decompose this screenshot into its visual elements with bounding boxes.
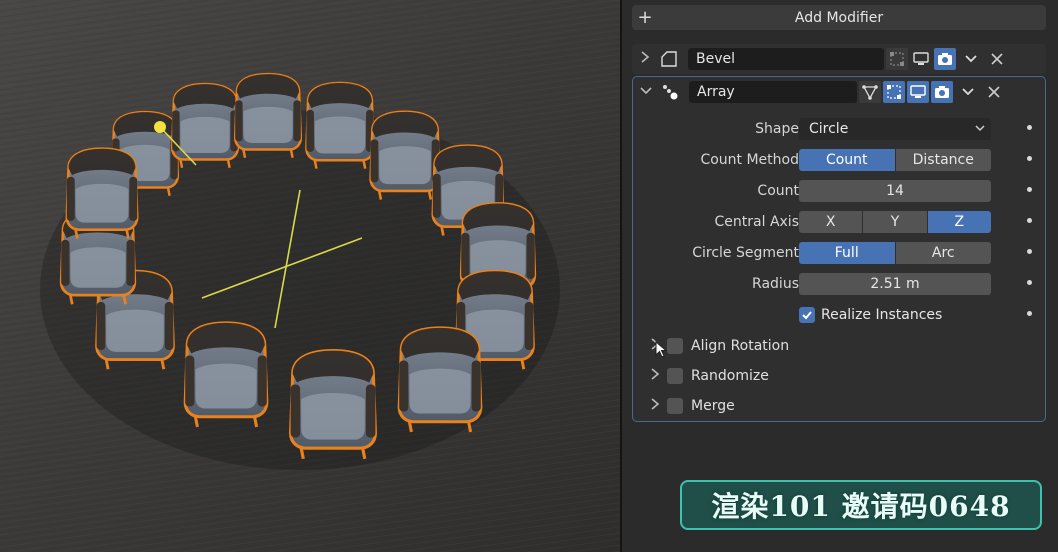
shape-dropdown[interactable]: Circle — [799, 118, 991, 140]
randomize-label: Randomize — [691, 368, 769, 384]
monitor-icon — [910, 85, 926, 98]
central-axis-row: Central Axis X Y Z — [633, 209, 1045, 235]
array-remove-button[interactable] — [983, 83, 1005, 102]
align-rotation-label: Align Rotation — [691, 338, 790, 354]
count-method-distance-option[interactable]: Distance — [895, 149, 991, 171]
merge-checkbox[interactable] — [667, 398, 683, 414]
radius-label: Radius — [752, 276, 799, 292]
shape-label: Shape — [755, 121, 799, 137]
count-method-label: Count Method — [700, 152, 799, 168]
shape-keyframe-dot[interactable] — [1027, 125, 1032, 130]
count-field[interactable]: 14 — [799, 180, 991, 202]
cursor-icon — [655, 341, 668, 358]
count-method-row: Count Method Count Distance — [633, 147, 1045, 173]
bevel-name-field[interactable]: Bevel — [688, 48, 884, 70]
bevel-name: Bevel — [696, 51, 736, 67]
monitor-icon — [913, 52, 929, 65]
watermark-text: 渲染101 邀请码0648 — [711, 490, 1011, 523]
align-rotation-checkbox[interactable] — [667, 338, 683, 354]
radius-keyframe-dot[interactable] — [1027, 280, 1032, 285]
add-modifier-label: Add Modifier — [794, 9, 884, 26]
align-rotation-subpanel[interactable]: Align Rotation — [643, 333, 1035, 359]
realize-instances-checkbox[interactable] — [799, 307, 815, 323]
count-keyframe-dot[interactable] — [1027, 187, 1032, 192]
render-toggle[interactable] — [931, 81, 953, 103]
realize-instances-keyframe-dot[interactable] — [1027, 311, 1032, 316]
central-axis-label: Central Axis — [714, 214, 799, 230]
count-row: Count 14 — [633, 178, 1045, 204]
count-method-keyframe-dot[interactable] — [1027, 156, 1032, 161]
checkmark-icon — [802, 311, 812, 320]
array-name-field[interactable]: Array — [689, 81, 857, 103]
radius-row: Radius 2.51 m — [633, 271, 1045, 297]
chevron-down-icon — [965, 55, 977, 63]
bevel-remove-button[interactable] — [986, 50, 1008, 69]
bevel-modifier-icon — [658, 48, 680, 70]
edit-mode-toggle[interactable] — [883, 81, 905, 103]
central-axis-y-option[interactable]: Y — [863, 211, 928, 233]
vertex-group-icon — [862, 85, 878, 100]
merge-label: Merge — [691, 398, 735, 414]
randomize-checkbox[interactable] — [667, 368, 683, 384]
edit-mode-icon — [887, 85, 901, 99]
array-name: Array — [697, 84, 735, 100]
chevron-down-icon — [975, 121, 985, 138]
edit-mode-toggle[interactable] — [886, 48, 908, 70]
viewport-display-toggle[interactable] — [910, 48, 932, 70]
count-label: Count — [757, 183, 799, 199]
chevron-right-icon[interactable] — [643, 398, 667, 414]
circle-segment-keyframe-dot[interactable] — [1027, 249, 1032, 254]
bevel-modifier-header[interactable]: Bevel — [632, 44, 1046, 74]
camera-icon — [938, 53, 952, 65]
add-modifier-button[interactable]: + Add Modifier — [632, 5, 1046, 30]
render-toggle[interactable] — [934, 48, 956, 70]
array-modifier-icon — [659, 81, 681, 103]
central-axis-z-option[interactable]: Z — [927, 211, 991, 233]
watermark-banner: 渲染101 邀请码0648 — [680, 480, 1042, 530]
bevel-options-dropdown[interactable] — [960, 48, 982, 70]
shape-row: Shape Circle — [633, 116, 1045, 142]
circle-segment-arc-option[interactable]: Arc — [895, 242, 991, 264]
chevron-right-icon[interactable] — [636, 51, 654, 67]
merge-subpanel[interactable]: Merge — [643, 393, 1035, 419]
realize-instances-label: Realize Instances — [821, 307, 943, 323]
randomize-subpanel[interactable]: Randomize — [643, 363, 1035, 389]
realize-instances-row: Realize Instances — [633, 302, 1045, 328]
plus-icon: + — [637, 7, 653, 28]
camera-icon — [935, 86, 949, 98]
close-icon — [991, 52, 1003, 65]
circle-segment-row: Circle Segment Full Arc — [633, 240, 1045, 266]
on-cage-toggle[interactable] — [859, 81, 881, 103]
array-modifier-panel: Array Shape Circle Count Method Count Di… — [632, 76, 1046, 422]
count-method-count-option[interactable]: Count — [799, 149, 896, 171]
array-modifier-header[interactable]: Array — [633, 77, 1045, 107]
central-axis-x-option[interactable]: X — [799, 211, 864, 233]
viewport-display-toggle[interactable] — [907, 81, 929, 103]
3d-viewport[interactable] — [0, 0, 620, 552]
array-options-dropdown[interactable] — [957, 81, 979, 103]
central-axis-keyframe-dot[interactable] — [1027, 218, 1032, 223]
chevron-right-icon[interactable] — [643, 368, 667, 384]
close-icon — [988, 85, 1000, 98]
chevron-down-icon — [962, 88, 974, 96]
edit-mode-icon — [890, 52, 904, 66]
circle-segment-full-option[interactable]: Full — [799, 242, 896, 264]
shape-value: Circle — [809, 121, 849, 137]
radius-field[interactable]: 2.51 m — [799, 273, 991, 295]
chevron-down-icon[interactable] — [637, 84, 655, 100]
circle-segment-label: Circle Segment — [692, 245, 799, 261]
modifier-properties-panel: + Add Modifier Bevel Array Shape Circle … — [622, 0, 1058, 552]
